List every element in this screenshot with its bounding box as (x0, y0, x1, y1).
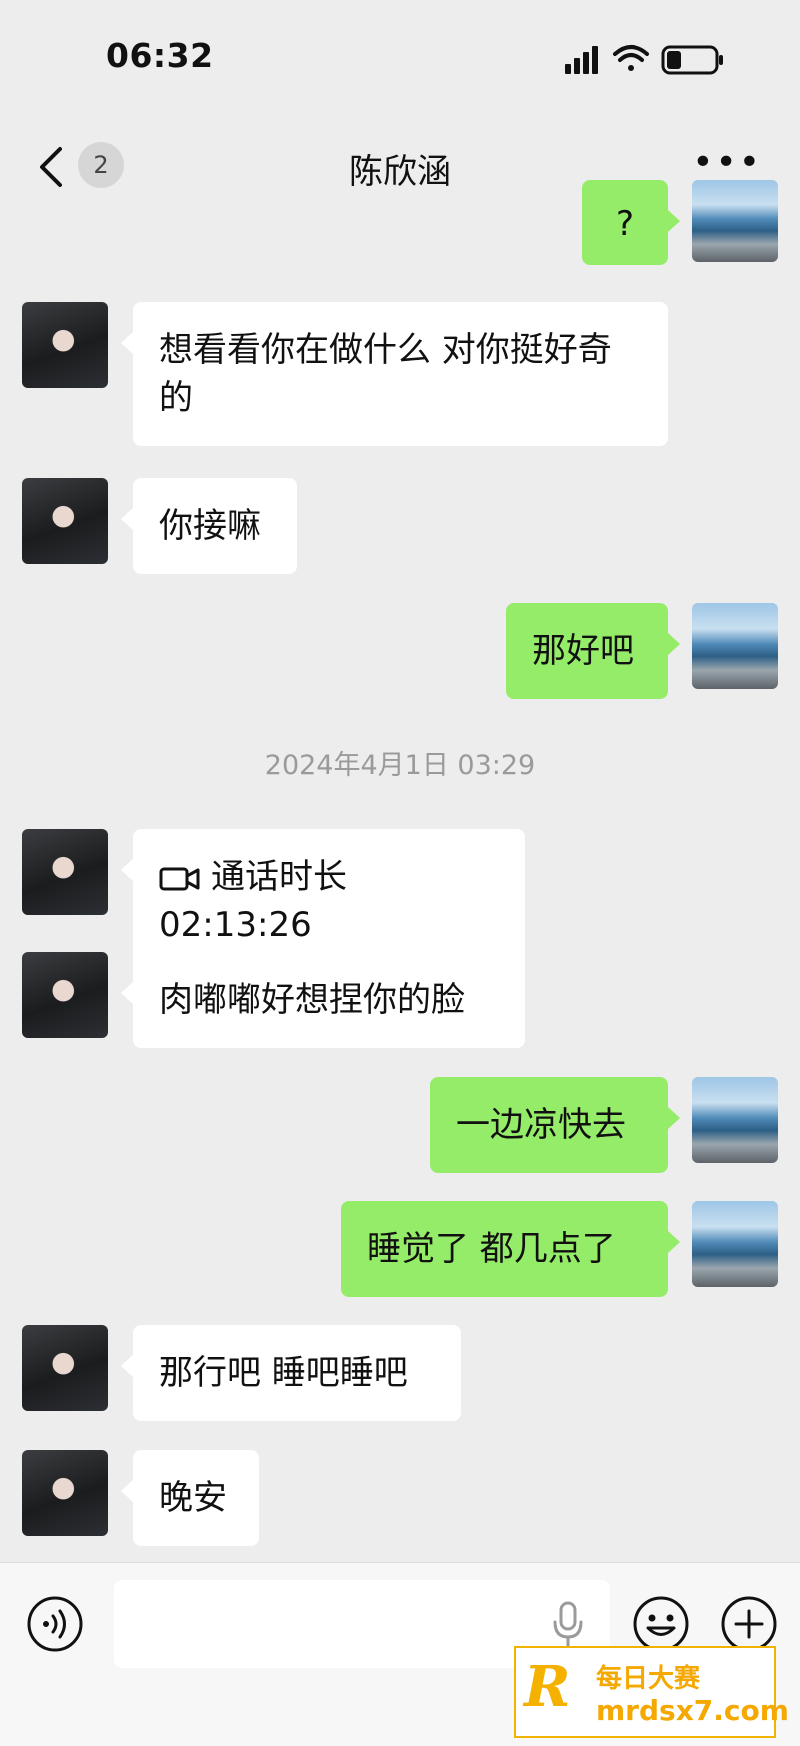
message-bubble[interactable]: 那行吧 睡吧睡吧 (121, 1325, 461, 1421)
message-bubble[interactable]: 晚安 (121, 1450, 259, 1546)
message-bubble[interactable]: 睡觉了 都几点了 (341, 1201, 680, 1297)
microphone-icon[interactable] (550, 1600, 586, 1650)
avatar[interactable] (22, 302, 108, 388)
plus-icon[interactable] (720, 1595, 778, 1653)
avatar[interactable] (22, 1325, 108, 1411)
watermark-letter: R (524, 1654, 571, 1720)
avatar[interactable] (22, 952, 108, 1038)
more-icon[interactable]: ••• (692, 145, 762, 181)
avatar[interactable] (22, 1450, 108, 1536)
watermark-logo: R 每日大赛 mrdsx7.com (514, 1646, 789, 1738)
status-icons (565, 45, 723, 75)
message-bubble[interactable]: 想看看你在做什么 对你挺好奇的 (121, 302, 668, 446)
message-bubble[interactable]: ? (582, 180, 680, 265)
voice-mode-icon[interactable] (26, 1595, 84, 1653)
message-bubble[interactable]: 你接嘛 (121, 478, 297, 574)
status-bar: 06:32 (0, 0, 800, 110)
message-bubble[interactable]: 一边凉快去 (430, 1077, 680, 1173)
message-bubble[interactable]: 肉嘟嘟好想捏你的脸 (121, 952, 525, 1048)
emoji-icon[interactable] (632, 1595, 690, 1653)
message-timestamp: 2024年4月1日 03:29 (264, 750, 536, 781)
page-title: 陈欣涵 (349, 152, 451, 192)
status-time: 06:32 (106, 36, 214, 75)
watermark-line1: 每日大赛 (596, 1664, 701, 1694)
avatar[interactable] (692, 1077, 778, 1163)
avatar[interactable] (692, 1201, 778, 1287)
avatar[interactable] (22, 478, 108, 564)
message-bubble[interactable]: 那好吧 (506, 603, 680, 699)
video-call-icon (159, 867, 200, 890)
watermark-line2: mrdsx7.com (596, 1694, 789, 1727)
signal-icon (565, 46, 598, 74)
wifi-icon (613, 45, 649, 71)
battery-icon (661, 45, 723, 75)
avatar[interactable] (22, 829, 108, 915)
avatar[interactable] (692, 603, 778, 689)
avatar[interactable] (692, 180, 778, 262)
